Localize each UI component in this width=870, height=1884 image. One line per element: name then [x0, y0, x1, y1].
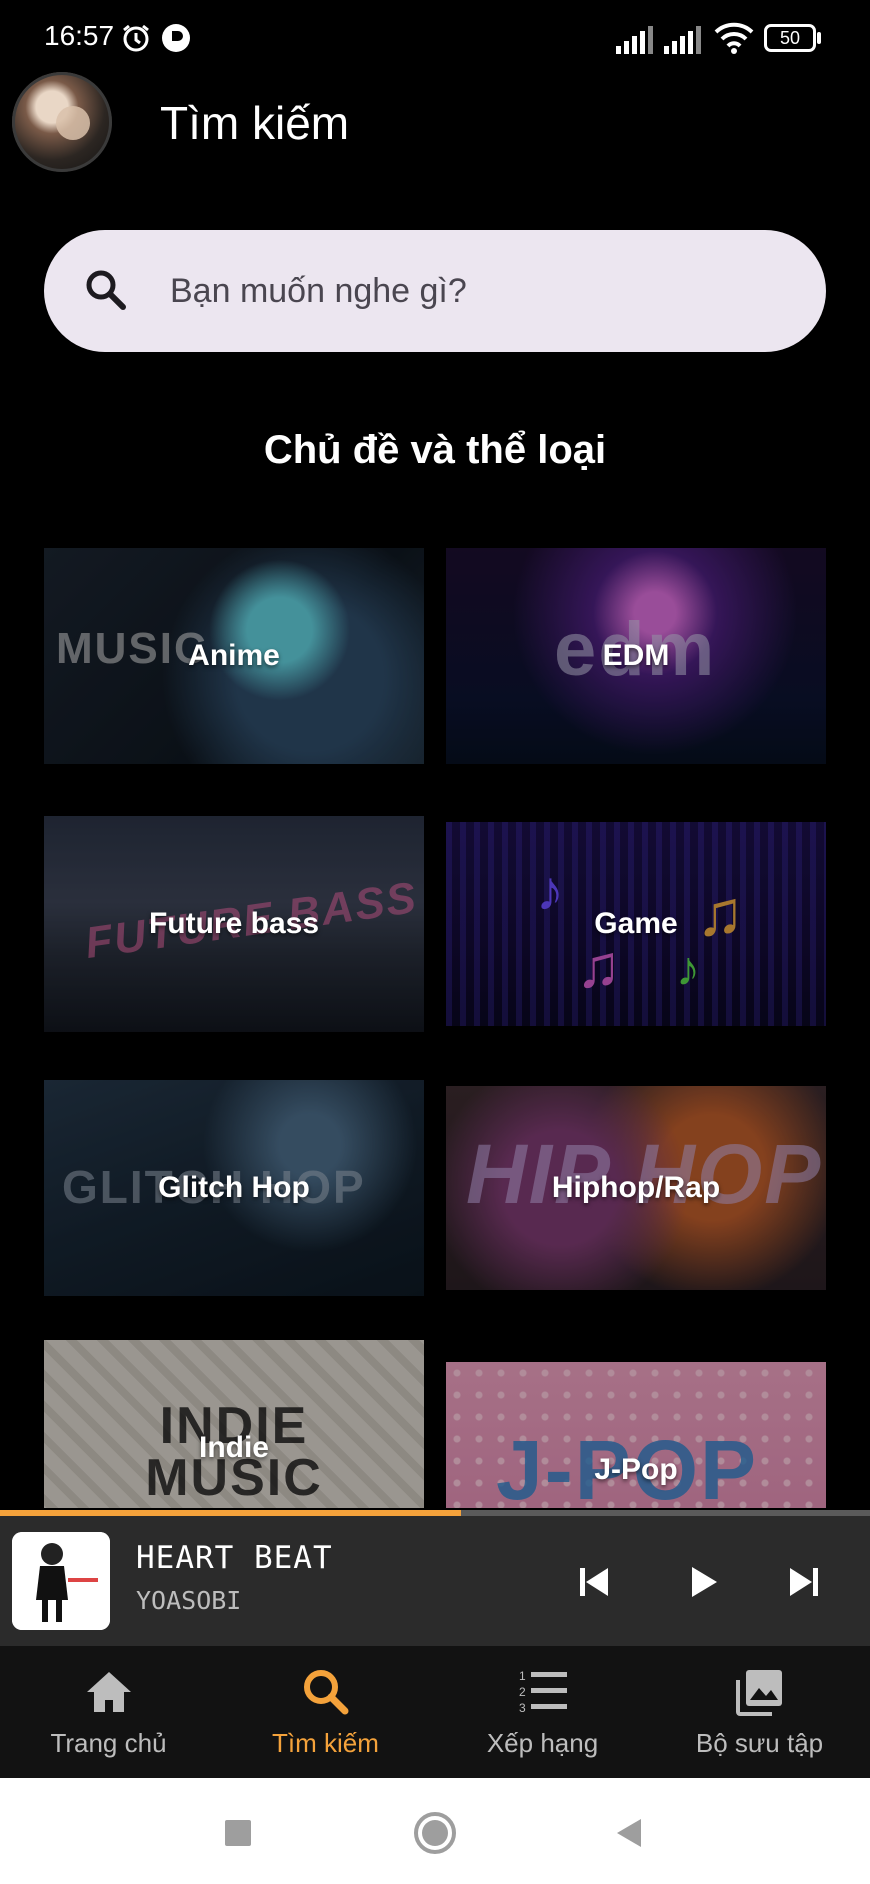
nav-item-ranking[interactable]: 1 2 3 Xếp hạng	[434, 1646, 651, 1778]
genre-tile-future-bass[interactable]: FUTURE BASS Future bass	[44, 816, 424, 1032]
genre-tile-game[interactable]: ♪ ♫ ♫ ♪ Game	[446, 822, 826, 1026]
svg-text:3: 3	[519, 1701, 526, 1715]
system-navigation-bar	[0, 1778, 870, 1884]
skip-next-icon	[790, 1568, 818, 1596]
header: Tìm kiếm	[0, 70, 870, 180]
wifi-icon	[714, 22, 754, 54]
page-title: Tìm kiếm	[160, 97, 350, 149]
battery-icon: 50	[764, 24, 816, 52]
status-time: 16:57	[44, 20, 115, 51]
nav-item-library[interactable]: Bộ sưu tập	[651, 1646, 868, 1778]
nav-label: Trang chủ	[50, 1728, 167, 1758]
battery-tip	[817, 32, 821, 44]
play-icon	[692, 1567, 717, 1597]
album-art	[12, 1532, 110, 1630]
nav-item-search[interactable]: Tìm kiếm	[217, 1646, 434, 1778]
nav-item-home[interactable]: Trang chủ	[0, 1646, 217, 1778]
ranking-list-icon: 1 2 3	[519, 1669, 567, 1715]
genre-tile-indie[interactable]: INDIE MUSIC Indie	[44, 1340, 424, 1508]
genre-label: Glitch Hop	[158, 1171, 310, 1204]
genre-tile-anime[interactable]: MUSIC Anime	[44, 548, 424, 764]
genre-label: Hiphop/Rap	[551, 1171, 721, 1204]
genre-label: Future bass	[148, 907, 320, 940]
genre-tile-j-pop[interactable]: J-POP J-Pop	[446, 1362, 826, 1508]
search-bar[interactable]	[44, 230, 826, 352]
recents-icon	[225, 1820, 251, 1846]
recents-button[interactable]	[213, 1808, 263, 1858]
status-bar: 16:57 50	[0, 0, 870, 76]
app-notification-icon	[162, 24, 190, 52]
genre-label: Indie	[198, 1431, 269, 1464]
svg-text:2: 2	[519, 1685, 526, 1699]
home-circle-icon	[414, 1812, 456, 1854]
genre-label: EDM	[602, 639, 670, 672]
avatar[interactable]	[12, 72, 112, 172]
back-button[interactable]	[604, 1808, 654, 1858]
nav-label: Bộ sưu tập	[695, 1728, 824, 1758]
music-notes-icon: ♫	[576, 933, 621, 1000]
section-title: Chủ đề và thể loại	[263, 428, 607, 472]
search-icon	[86, 270, 126, 310]
alarm-icon	[123, 24, 149, 52]
skip-previous-icon	[580, 1568, 608, 1596]
play-button[interactable]	[674, 1554, 730, 1610]
search-input[interactable]	[168, 250, 792, 332]
previous-button[interactable]	[566, 1554, 622, 1610]
nav-label: Tìm kiếm	[272, 1728, 379, 1758]
nav-label: Xếp hạng	[486, 1728, 599, 1758]
music-notes-icon: ♪	[536, 859, 564, 922]
genre-grid: MUSIC Anime edm EDM FUTURE BASS Future b…	[44, 548, 826, 1508]
anime-art-text: MUSIC	[56, 624, 208, 673]
home-button[interactable]	[410, 1808, 460, 1858]
genre-tile-edm[interactable]: edm EDM	[446, 548, 826, 764]
mini-player[interactable]: HEART BEAT YOASOBI	[0, 1516, 870, 1646]
track-title: HEART BEAT	[136, 1540, 333, 1576]
battery-level: 50	[779, 28, 801, 48]
next-button[interactable]	[776, 1554, 832, 1610]
genre-label: Game	[594, 907, 678, 940]
music-notes-icon: ♫	[696, 877, 744, 949]
track-artist: YOASOBI	[136, 1586, 242, 1615]
svg-text:1: 1	[519, 1669, 526, 1683]
genre-label: Anime	[188, 639, 280, 672]
signal-icon	[616, 26, 653, 54]
music-notes-icon: ♪	[676, 943, 700, 996]
signal-icon	[664, 26, 701, 54]
back-icon	[617, 1819, 641, 1847]
home-icon	[86, 1672, 131, 1712]
search-icon	[303, 1670, 348, 1715]
genre-tile-hiphop-rap[interactable]: HIP HOP Hiphop/Rap	[446, 1086, 826, 1290]
library-icon	[735, 1670, 782, 1716]
genre-label: J-Pop	[594, 1453, 678, 1486]
bottom-navigation: Trang chủ Tìm kiếm 1 2 3 Xếp hạng Bộ sưu…	[0, 1646, 870, 1778]
genre-tile-glitch-hop[interactable]: GLITCH HOP Glitch Hop	[44, 1080, 424, 1296]
